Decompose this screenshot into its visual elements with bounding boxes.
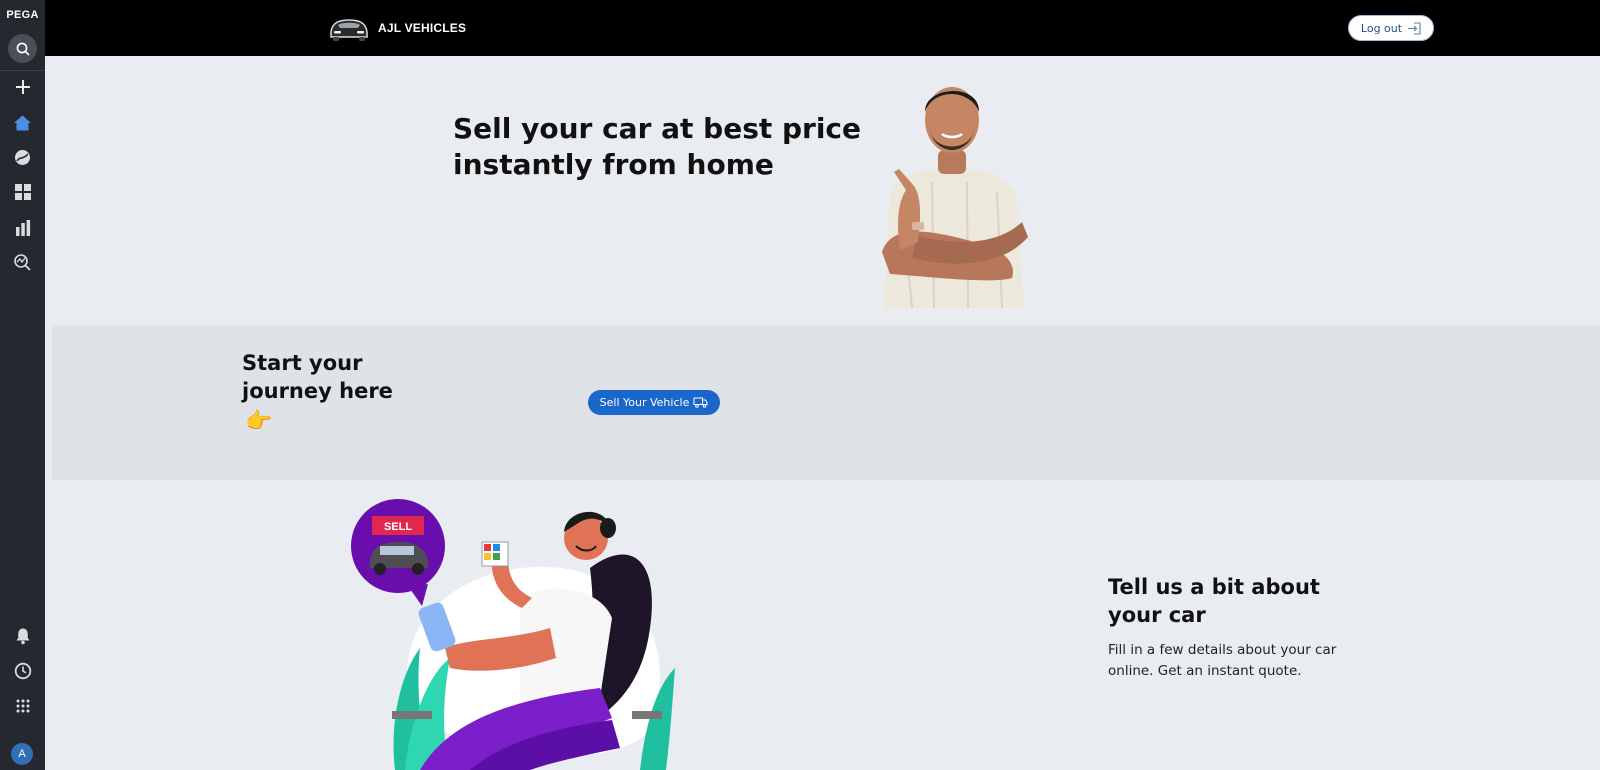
sell-your-vehicle-button[interactable]: Sell Your Vehicle [588,390,720,415]
smiling-man-photo [882,87,1028,308]
plus-icon [15,79,30,94]
home-nav-item[interactable] [9,109,36,136]
pega-brand-label: PEGA [6,9,39,21]
hero-title: Sell your car at best price instantly fr… [453,112,862,181]
logout-label: Log out [1360,21,1403,35]
home-icon [14,115,31,130]
app-launcher-icon [16,699,29,712]
brand-name: AJL VEHICLES [378,21,467,35]
bar-chart-icon [15,219,30,236]
pointing-hand-emoji: 👉 [245,409,273,434]
search-button[interactable] [8,34,37,63]
sell-tag-label: SELL [384,521,412,533]
truck-icon [693,397,708,408]
user-avatar[interactable]: A [11,743,33,765]
app-launcher-button[interactable] [9,692,36,719]
explore-nav-item[interactable] [9,144,36,171]
dashboard-grid-icon [14,183,31,200]
sell-button-label: Sell Your Vehicle [599,396,690,409]
seller-illustration: SELL [351,499,675,770]
reports-nav-item[interactable] [9,214,36,241]
dashboards-nav-item[interactable] [9,178,36,205]
history-icon [14,662,31,679]
top-header: AJL VEHICLES Log out [45,0,1600,56]
search-icon [16,42,29,55]
notifications-button[interactable] [9,622,36,649]
journey-band: Start your journey here 👉 Sell Your Vehi… [52,325,1600,480]
rail-divider [0,70,45,71]
brand-logo[interactable]: AJL VEHICLES [327,12,466,44]
car-logo-icon [330,19,368,41]
logout-icon [1408,21,1421,35]
info-description: Fill in a few details about your car onl… [1108,642,1337,679]
logout-button[interactable]: Log out [1348,15,1434,41]
create-button[interactable] [9,73,36,100]
explore-icon [15,150,30,165]
journey-title: Start your journey here [242,351,393,403]
left-navigation-rail: PEGA A [0,0,45,770]
insights-nav-item[interactable] [9,249,36,276]
info-title: Tell us a bit about your car [1108,575,1320,627]
insights-icon [14,254,31,271]
bell-icon [16,628,29,644]
recent-items-button[interactable] [9,657,36,684]
